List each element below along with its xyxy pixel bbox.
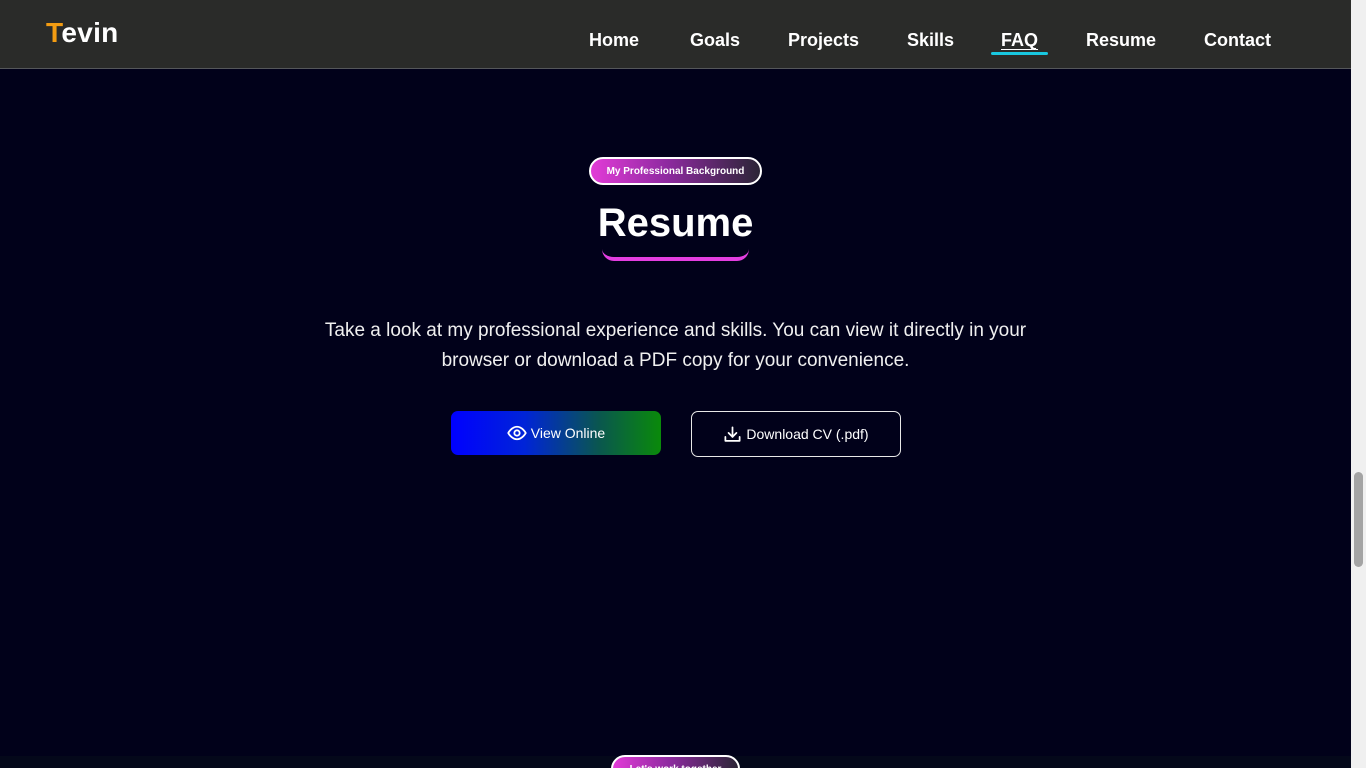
nav-link-contact[interactable]: Contact [1204,30,1271,51]
eye-icon [507,423,527,443]
scrollbar-thumb[interactable] [1354,472,1363,567]
download-cv-button[interactable]: Download CV (.pdf) [691,411,901,457]
nav-link-resume[interactable]: Resume [1086,30,1156,51]
nav-link-faq[interactable]: FAQ [990,30,1049,55]
section-description: Take a look at my professional experienc… [324,320,1027,371]
section-badge: My Professional Background [589,157,762,185]
navbar: Tevin Home Goals Projects Skills FAQ Res… [0,0,1351,69]
nav-link-skills[interactable]: Skills [907,30,954,51]
section-title: Resume [597,201,754,245]
download-cv-label: Download CV (.pdf) [746,426,869,442]
nav-links: Home Goals Projects Skills FAQ Resume Co… [0,30,1351,55]
view-online-label: View Online [530,425,606,441]
view-online-button[interactable]: View Online [451,411,661,455]
page-scrollbar[interactable] [1351,0,1366,768]
nav-link-projects[interactable]: Projects [788,30,859,51]
nav-link-goals[interactable]: Goals [690,30,740,51]
nav-link-home[interactable]: Home [589,30,639,51]
title-underline [602,249,749,261]
download-icon [723,425,742,444]
next-section-badge: Let's work together [611,755,740,768]
page: Tevin Home Goals Projects Skills FAQ Res… [0,0,1366,768]
